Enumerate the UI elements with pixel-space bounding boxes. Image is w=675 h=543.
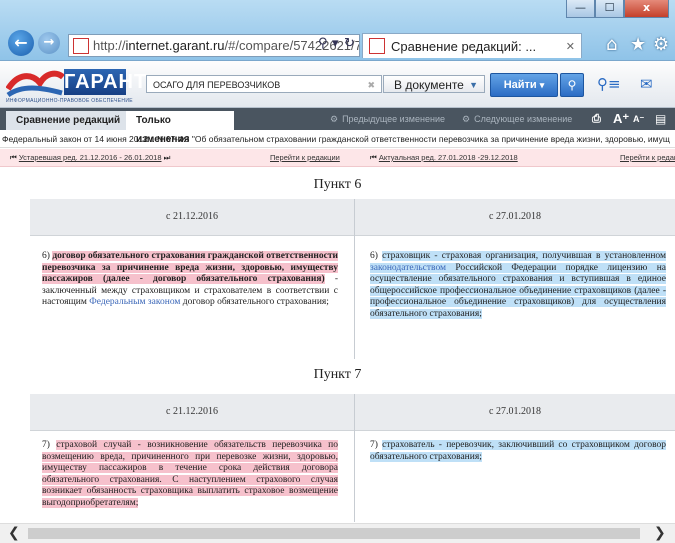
close-window-button[interactable]: x — [624, 0, 669, 18]
document-title: Федеральный закон от 14 июня 2012 г. N 6… — [0, 131, 675, 148]
print-icon[interactable]: ⎙ — [592, 108, 601, 130]
save-icon[interactable]: ▤ — [655, 108, 666, 130]
right-date-header: с 27.01.2018 — [355, 199, 675, 236]
browser-tab-compare[interactable]: Сравнение редакций: ... ✕ — [362, 33, 582, 58]
scroll-left-icon[interactable]: ❮ — [8, 524, 20, 543]
extended-search-button[interactable]: ⚲ — [560, 73, 584, 97]
address-bar[interactable]: http://internet.garant.ru/#/compare/5742… — [68, 34, 360, 57]
next-change-icon: ⚙ — [462, 115, 471, 125]
document-tab-bar: Сравнение редакций Только изменения ⚙ Пре… — [0, 108, 675, 145]
garant-favicon-icon — [73, 37, 89, 54]
garant-toolbar: ГАРАНТ ИНФОРМАЦИОННО-ПРАВОВОЕ ОБЕСПЕЧЕНИ… — [0, 61, 675, 108]
search-scope-value: В документе — [394, 78, 464, 92]
mail-icon[interactable]: ✉ — [640, 75, 653, 93]
favorites-star-icon[interactable]: ★ — [630, 34, 646, 55]
comparison-content: Пункт 6 с 21.12.2016 с 27.01.2018 6) дог… — [0, 167, 675, 522]
prev-change-icon: ⚙ — [330, 115, 339, 125]
right-date-header: с 27.01.2018 — [355, 394, 675, 431]
forward-button[interactable]: → — [38, 32, 60, 54]
scroll-right-icon[interactable]: ❯ — [654, 524, 666, 543]
home-icon[interactable]: ⌂ — [606, 34, 617, 55]
next-edition-icon[interactable]: ⏭ — [164, 153, 171, 162]
browser-chrome: — ☐ x ← → http://internet.garant.ru/#/co… — [0, 0, 675, 61]
next-change-button[interactable]: ⚙ Следующее изменение — [462, 108, 572, 131]
address-prefix: http:// — [93, 38, 126, 53]
minimize-button[interactable]: — — [566, 0, 595, 18]
find-button[interactable]: Найти ▾ — [490, 73, 558, 97]
right-edition-label[interactable]: Актуальная ред. 27.01.2018 -29.12.2018 — [379, 153, 518, 162]
prev-change-button[interactable]: ⚙ Предыдущее изменение — [330, 108, 445, 131]
left-goto-edition-link[interactable]: Перейти к редакции — [270, 149, 340, 166]
left-date-header: с 21.12.2016 — [30, 199, 354, 236]
search-icon[interactable]: ⚲ — [318, 36, 328, 51]
refresh-icon[interactable]: ↻ — [344, 36, 355, 51]
dropdown-arrow-icon[interactable]: ▾ — [332, 36, 339, 51]
search-scope-select[interactable]: В документе ▼ — [383, 75, 485, 93]
maximize-button[interactable]: ☐ — [595, 0, 624, 18]
back-button[interactable]: ← — [8, 30, 34, 56]
section-6-left-text: 6) договор обязательного страхования гра… — [42, 251, 339, 309]
clear-search-icon[interactable]: ✖ — [367, 76, 375, 94]
section-title: Пункт 6 — [313, 177, 362, 192]
find-button-label: Найти — [503, 79, 537, 91]
garant-logo[interactable]: ГАРАНТ ИНФОРМАЦИОННО-ПРАВОВОЕ ОБЕСПЕЧЕНИ… — [6, 65, 148, 104]
item-number: 6) — [42, 251, 53, 261]
added-text: страховщик - страховая организация, полу… — [382, 251, 666, 261]
removed-text: страховой случай - возникновение обязате… — [42, 440, 339, 508]
added-text: страхователь - перевозчик, заключивший с… — [370, 440, 666, 462]
first-edition-icon[interactable]: ⏮ — [370, 153, 377, 162]
item-number: 7) — [370, 440, 383, 450]
tab-title: Сравнение редакций: ... — [391, 38, 537, 54]
chevron-down-icon: ▼ — [469, 80, 478, 90]
section-6-right-text: 6) страховщик - страховая организация, п… — [370, 251, 666, 320]
search-input[interactable]: ОСАГО ДЛЯ ПЕРЕВОЗЧИКОВ ✖ — [146, 75, 382, 93]
address-path: /#/compare/57422621/701E — [224, 38, 359, 53]
horizontal-scrollbar[interactable]: ❮ ❯ — [0, 523, 675, 543]
plain-text: договор обязательного страхования; — [180, 297, 329, 307]
first-edition-icon[interactable]: ⏮ — [10, 153, 17, 162]
prev-change-label: Предыдущее изменение — [342, 114, 445, 124]
left-edition-label[interactable]: Устаревшая ред. 21.12.2016 - 26.01.2018 — [19, 153, 162, 162]
left-edition: ⏮ Устаревшая ред. 21.12.2016 - 26.01.201… — [10, 149, 170, 166]
search-value: ОСАГО ДЛЯ ПЕРЕВОЗЧИКОВ — [153, 80, 281, 90]
tab-compare-editions[interactable]: Сравнение редакций — [6, 111, 131, 130]
scrollbar-thumb[interactable] — [28, 528, 640, 539]
item-number: 7) — [42, 440, 57, 450]
garant-favicon-icon — [369, 38, 385, 54]
section-title: Пункт 7 — [313, 367, 362, 382]
tab-changes-only[interactable]: Только изменения — [126, 111, 234, 145]
left-date-header: с 21.12.2016 — [30, 394, 354, 431]
editions-bar: ⏮ Устаревшая ред. 21.12.2016 - 26.01.201… — [0, 149, 675, 167]
search-list-icon[interactable]: ⚲≡ — [597, 75, 621, 93]
federal-law-link[interactable]: Федеральным законом — [89, 297, 180, 307]
close-tab-icon[interactable]: ✕ — [566, 40, 575, 53]
section-7-left-text: 7) страховой случай - возникновение обяз… — [42, 440, 339, 509]
settings-gear-icon[interactable]: ⚙ — [653, 34, 669, 55]
next-change-label: Следующее изменение — [474, 114, 573, 124]
font-increase-button[interactable]: A⁺ — [613, 108, 629, 130]
font-decrease-button[interactable]: A⁻ — [633, 108, 644, 130]
legislation-link[interactable]: законодательством — [370, 262, 447, 273]
removed-text: договор обязательного страхования гражда… — [42, 251, 339, 284]
window-controls: — ☐ x — [566, 0, 669, 18]
item-number: 6) — [370, 251, 383, 261]
garant-logo-subtitle: ИНФОРМАЦИОННО-ПРАВОВОЕ ОБЕСПЕЧЕНИЕ — [6, 98, 133, 104]
right-goto-edition-link[interactable]: Перейти к редакци — [620, 149, 675, 166]
find-dropdown-icon: ▾ — [539, 80, 545, 90]
section-7-right-text: 7) страхователь - перевозчик, заключивши… — [370, 440, 666, 463]
garant-logo-word: ГАРАНТ — [64, 69, 148, 95]
garant-logo-mark-icon — [6, 70, 64, 97]
address-domain: internet.garant.ru — [125, 38, 225, 53]
right-edition: ⏮ Актуальная ред. 27.01.2018 -29.12.2018 — [370, 149, 518, 166]
